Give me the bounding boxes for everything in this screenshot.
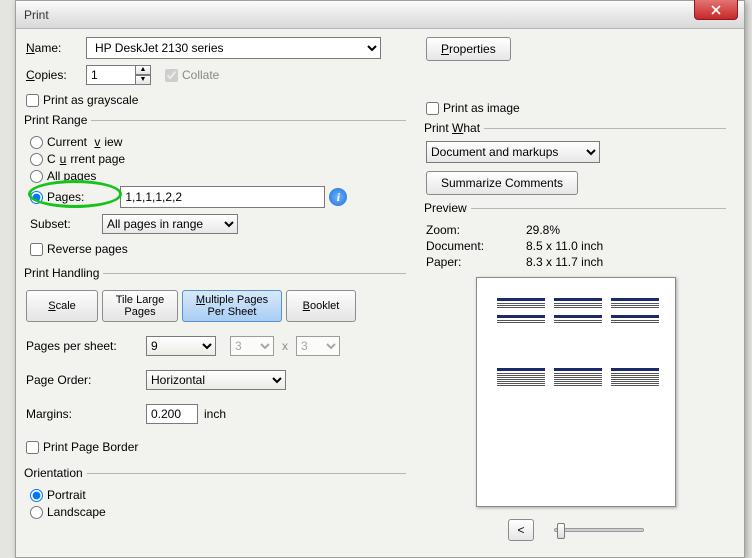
pages-input[interactable] (120, 186, 325, 208)
preview-group: Preview Zoom:29.8% Document:8.5 x 11.0 i… (426, 201, 726, 541)
print-what-select[interactable]: Document and markups (426, 141, 600, 163)
collate-checkbox: Collate (165, 68, 219, 82)
preview-thumb (554, 368, 602, 424)
margins-unit: inch (204, 407, 226, 421)
preview-thumb (497, 368, 545, 424)
dialog-title: Print (24, 8, 49, 22)
titlebar: Print (16, 1, 744, 29)
preview-prev-button[interactable]: < (508, 519, 534, 541)
print-range-legend: Print Range (24, 113, 91, 127)
tile-button[interactable]: Tile LargePages (102, 290, 178, 322)
pages-per-sheet-label: Pages per sheet: (26, 339, 146, 353)
preview-thumb (611, 368, 659, 424)
preview-thumb (611, 298, 659, 354)
margins-label: Margins: (26, 407, 146, 421)
properties-button[interactable]: Properties (426, 37, 511, 61)
print-dialog: Print Name: HP DeskJet 2130 series Copie… (15, 0, 745, 558)
radio-current-view[interactable]: Current view (30, 135, 406, 149)
name-label: Name: (26, 41, 86, 55)
paper-value: 8.3 x 11.7 inch (526, 255, 603, 269)
zoom-label: Zoom: (426, 223, 526, 237)
print-what-group: Print What Document and markups Summariz… (426, 121, 726, 195)
close-icon (711, 5, 721, 15)
reverse-checkbox[interactable]: Reverse pages (30, 242, 406, 256)
info-icon[interactable]: i (329, 188, 347, 206)
orientation-legend: Orientation (24, 466, 87, 480)
preview-slider[interactable] (554, 528, 644, 532)
radio-pages[interactable]: Pages: (30, 190, 84, 204)
margins-input[interactable] (146, 404, 198, 424)
print-border-checkbox[interactable]: Print Page Border (26, 440, 406, 454)
radio-all-pages[interactable]: All pages (30, 169, 406, 183)
subset-label: Subset: (30, 217, 102, 231)
document-label: Document: (426, 239, 526, 253)
preview-thumb (497, 298, 545, 354)
print-handling-group: Print Handling Scale Tile LargePages Mul… (26, 266, 406, 460)
copies-spinner[interactable]: ▲▼ (135, 65, 151, 85)
copies-label: Copies: (26, 68, 86, 82)
page-order-label: Page Order: (26, 373, 146, 387)
document-value: 8.5 x 11.0 inch (526, 239, 603, 253)
print-handling-legend: Print Handling (24, 266, 103, 280)
preview-thumb (554, 298, 602, 354)
scale-button[interactable]: Scale (26, 290, 98, 322)
booklet-button[interactable]: Booklet (286, 290, 356, 322)
radio-portrait[interactable]: Portrait (30, 488, 406, 502)
radio-landscape[interactable]: Landscape (30, 505, 406, 519)
preview-legend: Preview (424, 201, 471, 215)
zoom-value: 29.8% (526, 223, 560, 237)
subset-select[interactable]: All pages in range (102, 214, 238, 234)
copies-input[interactable] (86, 65, 136, 85)
print-what-legend: Print What (424, 121, 484, 135)
rows-select: 3 (296, 336, 340, 356)
printer-select[interactable]: HP DeskJet 2130 series (86, 37, 381, 59)
preview-page (476, 277, 676, 507)
print-range-group: Print Range Current view Current page Al… (26, 113, 406, 260)
x-separator: x (282, 339, 288, 353)
close-button[interactable] (694, 0, 738, 20)
print-as-image-checkbox[interactable]: Print as image (426, 101, 726, 115)
pages-per-sheet-select[interactable]: 9 (146, 336, 216, 356)
summarize-comments-button[interactable]: Summarize Comments (426, 171, 578, 195)
radio-current-page[interactable]: Current page (30, 152, 406, 166)
grayscale-checkbox[interactable]: Print as grayscale (26, 93, 406, 107)
paper-label: Paper: (426, 255, 526, 269)
page-order-select[interactable]: Horizontal (146, 370, 286, 390)
multiple-pages-button[interactable]: Multiple PagesPer Sheet (182, 290, 282, 322)
cols-select: 3 (230, 336, 274, 356)
orientation-group: Orientation Portrait Landscape (26, 466, 406, 522)
